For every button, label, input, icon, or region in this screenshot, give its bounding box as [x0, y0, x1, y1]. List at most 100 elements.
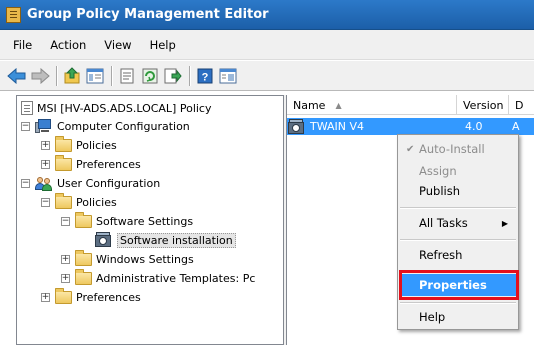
tree-item-windows-settings[interactable]: + Windows Settings: [61, 249, 194, 268]
menu-item-publish[interactable]: Publish: [400, 180, 516, 202]
folder-icon: [75, 268, 92, 285]
expand-toggle[interactable]: +: [61, 254, 70, 264]
refresh-icon[interactable]: [139, 65, 161, 87]
menu-item-label: Publish: [419, 184, 460, 198]
tree-item-label: Preferences: [76, 290, 141, 304]
menu-view[interactable]: View: [95, 38, 140, 52]
menu-action[interactable]: Action: [41, 38, 95, 52]
svg-text:?: ?: [202, 71, 209, 83]
title-bar[interactable]: Group Policy Management Editor: [0, 0, 534, 30]
folder-icon: [75, 211, 92, 228]
tree-item-label: Policies: [76, 195, 117, 209]
column-header-label: D: [515, 98, 524, 112]
list-item[interactable]: TWAIN V4 4.0 A: [287, 118, 534, 135]
list-header: Name ▲ Version D: [287, 95, 534, 115]
column-header-label: Version: [463, 98, 504, 112]
menu-item-label: Assign: [419, 164, 457, 178]
menu-item-refresh[interactable]: Refresh: [400, 244, 516, 266]
console-tree-icon[interactable]: [217, 65, 239, 87]
computer-icon: [35, 119, 53, 133]
toolbar-separator: [56, 65, 57, 86]
folder-icon: [55, 192, 72, 209]
menu-separator: [400, 302, 516, 303]
tree-item-label: Windows Settings: [96, 252, 194, 266]
menu-bar: File Action View Help: [0, 30, 534, 60]
tree-item-label: Preferences: [76, 157, 141, 171]
menu-item-label: Auto-Install: [419, 142, 485, 156]
console-tree-pane[interactable]: MSI [HV-ADS.ADS.LOCAL] Policy − Computer…: [16, 95, 283, 345]
submenu-arrow-icon: ▶: [501, 218, 508, 228]
help-icon[interactable]: ?: [194, 65, 216, 87]
tree-item-administrative-templates[interactable]: + Administrative Templates: Pc: [61, 268, 256, 287]
tree-item-cc-policies[interactable]: + Policies: [41, 135, 117, 154]
folder-icon: [55, 287, 72, 304]
menu-item-properties[interactable]: Properties: [400, 274, 516, 296]
tree-item-cc-preferences[interactable]: + Preferences: [41, 154, 141, 173]
expand-toggle[interactable]: +: [41, 140, 50, 150]
context-menu: ✔ Auto-Install Assign Publish All Tasks …: [397, 134, 519, 330]
checkmark-icon: ✔: [406, 143, 415, 155]
menu-item-auto-install[interactable]: ✔ Auto-Install: [400, 138, 516, 160]
menu-separator: [400, 271, 516, 272]
menu-item-label: Properties: [419, 278, 487, 292]
menu-separator: [400, 207, 516, 208]
folder-icon: [55, 135, 72, 152]
tree-item-label: User Configuration: [57, 176, 161, 190]
software-package-icon: [95, 232, 113, 248]
tree-item-software-settings[interactable]: − Software Settings: [61, 211, 194, 230]
forward-icon[interactable]: [29, 65, 51, 87]
back-icon[interactable]: [6, 65, 28, 87]
list-cell-name: TWAIN V4: [287, 118, 457, 135]
folder-icon: [75, 249, 92, 266]
sort-ascending-icon: ▲: [335, 100, 342, 110]
collapse-toggle[interactable]: −: [41, 197, 50, 207]
tree-item-label: Computer Configuration: [57, 119, 190, 133]
menu-file[interactable]: File: [4, 38, 41, 52]
policy-document-icon: [21, 101, 33, 115]
expand-toggle[interactable]: +: [41, 292, 50, 302]
menu-help[interactable]: Help: [141, 38, 185, 52]
gpme-app-icon: [6, 6, 21, 23]
collapse-toggle[interactable]: −: [61, 216, 70, 226]
toolbar-separator: [189, 65, 190, 86]
tree-item-uc-preferences[interactable]: + Preferences: [41, 287, 141, 306]
tree-item-root[interactable]: MSI [HV-ADS.ADS.LOCAL] Policy: [21, 99, 212, 117]
tree-item-label: Software Settings: [96, 214, 194, 228]
folder-icon: [55, 154, 72, 171]
package-name: TWAIN V4: [310, 120, 365, 133]
tree-item-computer-configuration[interactable]: − Computer Configuration: [21, 117, 190, 135]
list-cell-version: 4.0: [457, 118, 509, 135]
tree-item-label: Administrative Templates: Pc: [96, 271, 256, 285]
column-header-d[interactable]: D: [509, 95, 534, 115]
show-hide-tree-icon[interactable]: [84, 65, 106, 87]
window-title: Group Policy Management Editor: [27, 7, 269, 22]
up-icon[interactable]: [61, 65, 83, 87]
column-header-name[interactable]: Name ▲: [287, 95, 457, 115]
tree-item-uc-policies[interactable]: − Policies: [41, 192, 117, 211]
menu-item-label: Help: [419, 310, 446, 324]
list-cell-d: A: [509, 118, 534, 135]
menu-item-all-tasks[interactable]: All Tasks ▶: [400, 212, 516, 234]
menu-item-assign[interactable]: Assign: [400, 160, 516, 182]
collapse-toggle[interactable]: −: [21, 121, 30, 131]
collapse-toggle[interactable]: −: [21, 178, 30, 188]
column-header-version[interactable]: Version: [457, 95, 509, 115]
users-icon: [35, 176, 53, 191]
export-icon[interactable]: [162, 65, 184, 87]
menu-item-label: Refresh: [419, 248, 463, 262]
menu-item-help[interactable]: Help: [400, 306, 516, 328]
toolbar: ?: [0, 61, 534, 91]
tree-item-label: Software installation: [117, 232, 236, 248]
toolbar-separator: [111, 65, 112, 86]
column-header-label: Name: [293, 98, 326, 112]
menu-item-label: All Tasks: [419, 216, 468, 230]
expand-toggle[interactable]: +: [61, 273, 70, 283]
tree-item-label: Policies: [76, 138, 117, 152]
properties-icon[interactable]: [116, 65, 138, 87]
tree-item-label: MSI [HV-ADS.ADS.LOCAL] Policy: [37, 101, 212, 115]
expand-toggle[interactable]: +: [41, 159, 50, 169]
tree-item-software-installation[interactable]: Software installation: [95, 231, 236, 249]
menu-separator: [400, 239, 516, 240]
tree-item-user-configuration[interactable]: − User Configuration: [21, 174, 160, 192]
software-package-icon: [288, 118, 306, 135]
